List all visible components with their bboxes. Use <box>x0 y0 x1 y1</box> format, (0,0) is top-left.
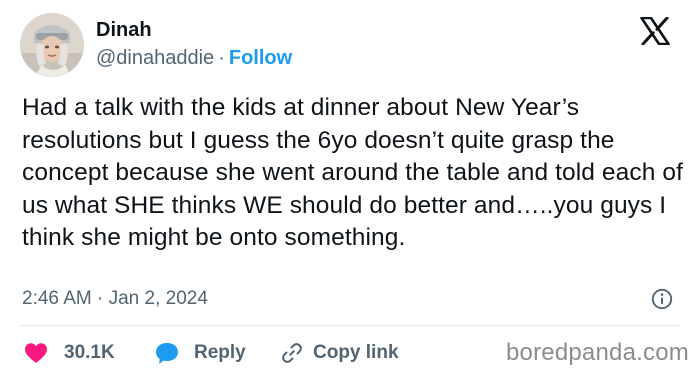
copy-link-label: Copy link <box>313 342 399 363</box>
like-button[interactable]: 30.1K <box>24 336 115 370</box>
tweet-text: Had a talk with the kids at dinner about… <box>22 94 683 251</box>
author-name[interactable]: Dinah <box>96 19 152 42</box>
watermark: boredpanda.com <box>506 339 689 366</box>
heart-icon <box>25 343 47 363</box>
x-logo-icon[interactable] <box>640 17 670 45</box>
speech-bubble-icon <box>156 343 178 364</box>
reply-button[interactable]: Reply <box>154 336 246 370</box>
author-handle-line: @dinahaddie · Follow <box>96 47 292 70</box>
tweet-card: Dinah @dinahaddie · Follow Had a talk with… <box>0 0 700 379</box>
link-icon <box>282 343 302 363</box>
tweet-timestamp[interactable]: 2:46 AM · Jan 2, 2024 <box>22 288 208 310</box>
like-count: 30.1K <box>64 342 115 363</box>
copy-link-button[interactable]: Copy link <box>281 336 399 370</box>
follow-button[interactable]: Follow <box>229 47 292 69</box>
info-icon[interactable] <box>651 288 673 310</box>
avatar[interactable] <box>20 13 84 77</box>
reply-label: Reply <box>194 342 246 363</box>
divider <box>20 325 680 326</box>
separator-dot: · <box>218 47 225 69</box>
author-handle[interactable]: @dinahaddie <box>96 47 214 69</box>
avatar-image <box>20 13 84 77</box>
